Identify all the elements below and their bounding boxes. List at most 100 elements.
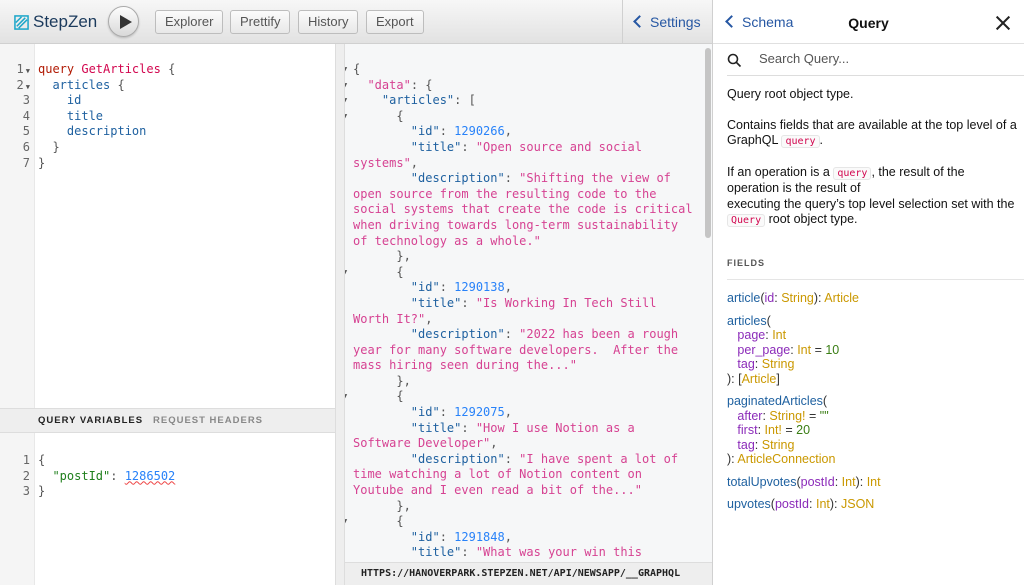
field-line: page: Int [727,328,881,343]
divider [727,279,1024,280]
fold-arrow-icon[interactable]: ▼ [345,265,347,281]
explorer-button[interactable]: Explorer [155,10,224,34]
code-token: ] [776,371,780,386]
code-line: 2 "postId": 1286502​ [23,468,176,485]
settings-label: Settings [650,14,701,30]
prettify-button[interactable]: Prettify [230,10,291,34]
code-line: ▼ {​ [345,514,693,530]
field-line: first: Int! = 20 [727,423,881,438]
code-token: : [461,295,476,310]
close-icon[interactable] [996,16,1010,30]
code-token: social systems that create the code is c… [353,202,693,217]
text: root object type. [765,212,858,226]
text: . [819,133,824,147]
search-input[interactable] [759,51,1009,66]
line-number: 1 [22,453,30,467]
fold-arrow-icon[interactable]: ▼ [345,109,347,125]
code-line: time watching a lot of Notion content on… [353,467,693,483]
description-p3: If an operation is a query, the result o… [727,165,1019,229]
line-number: 3 [22,484,30,499]
text: If an operation is a [727,164,834,179]
code-token: description [38,124,147,139]
code-token: "postId" [52,468,111,483]
code-token: ): [727,452,738,466]
schema-field[interactable]: totalUpvotes(postId: Int): Int [727,475,881,490]
pane-divider[interactable] [335,44,345,585]
fold-arrow-icon[interactable]: ▼ [345,78,347,94]
code-token: String! [769,408,806,423]
code-token: Int [815,497,830,511]
code-token: Youtube and I even read a bit of the..." [353,483,642,498]
code-line: open source from the resulting code to t… [353,187,693,203]
text: executing the query’s top level selectio… [727,196,1015,211]
schema-field[interactable]: paginatedArticles( after: String! = "" f… [727,394,881,467]
field-line: ): [Article] [727,372,881,387]
field-line: ): ArticleConnection [727,452,881,467]
code-line: 2▼ articles {​ [17,77,328,94]
export-button[interactable]: Export [366,10,424,34]
code-line: Software Developer",​ [353,436,693,452]
code-token: Int [772,328,787,342]
code-line: Worth It?",​ [353,312,693,328]
code-token: : [ [454,93,476,108]
tab-query-variables[interactable]: QUERY VARIABLES [38,409,143,433]
schema-field[interactable]: articles( page: Int per_page: Int = 10 t… [727,314,881,387]
tab-request-headers[interactable]: REQUEST HEADERS [153,409,263,433]
fold-arrow-icon[interactable]: ▼ [345,62,347,78]
code-token: : [757,423,765,437]
run-query-button[interactable] [108,6,139,37]
code-token: tag [727,357,755,371]
code-token: first [727,423,758,437]
stepzen-logo: StepZen [14,12,97,32]
code-token: : [110,468,125,483]
code-token: ): [ [727,371,742,386]
settings-button[interactable]: Settings [622,0,712,44]
schema-field[interactable]: article(id: String): Article [727,291,881,306]
history-button[interactable]: History [298,10,359,34]
code-line: ▼ "articles": [​ [345,93,693,109]
line-number: 4 [22,108,30,123]
logo-text: StepZen [33,12,98,31]
code-token: : [461,420,476,435]
code-token: ): [829,497,841,511]
code-token: { [353,264,404,279]
query-editor[interactable]: 1▼query GetArticles {​2▼ articles {​3 id… [0,44,335,408]
fold-arrow-icon[interactable]: ▼ [26,83,30,91]
code-token: : [461,139,476,154]
line-number: 2 [22,468,30,483]
variables-editor[interactable]: 1{​2 "postId": 1286502​3}​ [0,433,335,585]
code-line: "description": "2022 has been a rough​ [353,327,693,343]
code-token: { [110,77,125,92]
code-line: social systems that create the code is c… [353,202,693,218]
fold-arrow-icon[interactable]: ▼ [26,67,30,75]
description-p1: Query root object type. [727,87,854,101]
code-token: , [490,436,498,451]
code-token: Worth It?" [353,311,426,326]
code-line: "description": "Shifting the view of​ [353,171,693,187]
code-token: : [504,327,520,342]
result-scrollbar[interactable] [705,48,711,238]
code-token: when driving towards long-term sustainab… [353,217,679,232]
fold-arrow-icon[interactable]: ▼ [345,93,347,109]
code-line: },​ [353,374,693,390]
fold-arrow-icon[interactable]: ▼ [345,514,347,530]
code-token: article [727,291,761,305]
code-token: postId [774,497,810,511]
schema-field[interactable]: upvotes(postId: Int): JSON [727,497,881,512]
code-token: mass hiring seen during the..." [353,358,577,373]
code-token: ): [813,291,825,305]
code-token: year for many software developers. After… [353,342,679,357]
code-token: id [38,93,82,108]
fold-arrow-icon[interactable]: ▼ [345,389,347,405]
code-token: 1290266 [454,124,505,139]
code-token: "Shifting the view of [519,171,671,186]
code-token: ): [855,474,867,489]
code-token: page [727,328,766,342]
code-token: Int [797,342,812,357]
code-token: "title" [410,420,462,435]
